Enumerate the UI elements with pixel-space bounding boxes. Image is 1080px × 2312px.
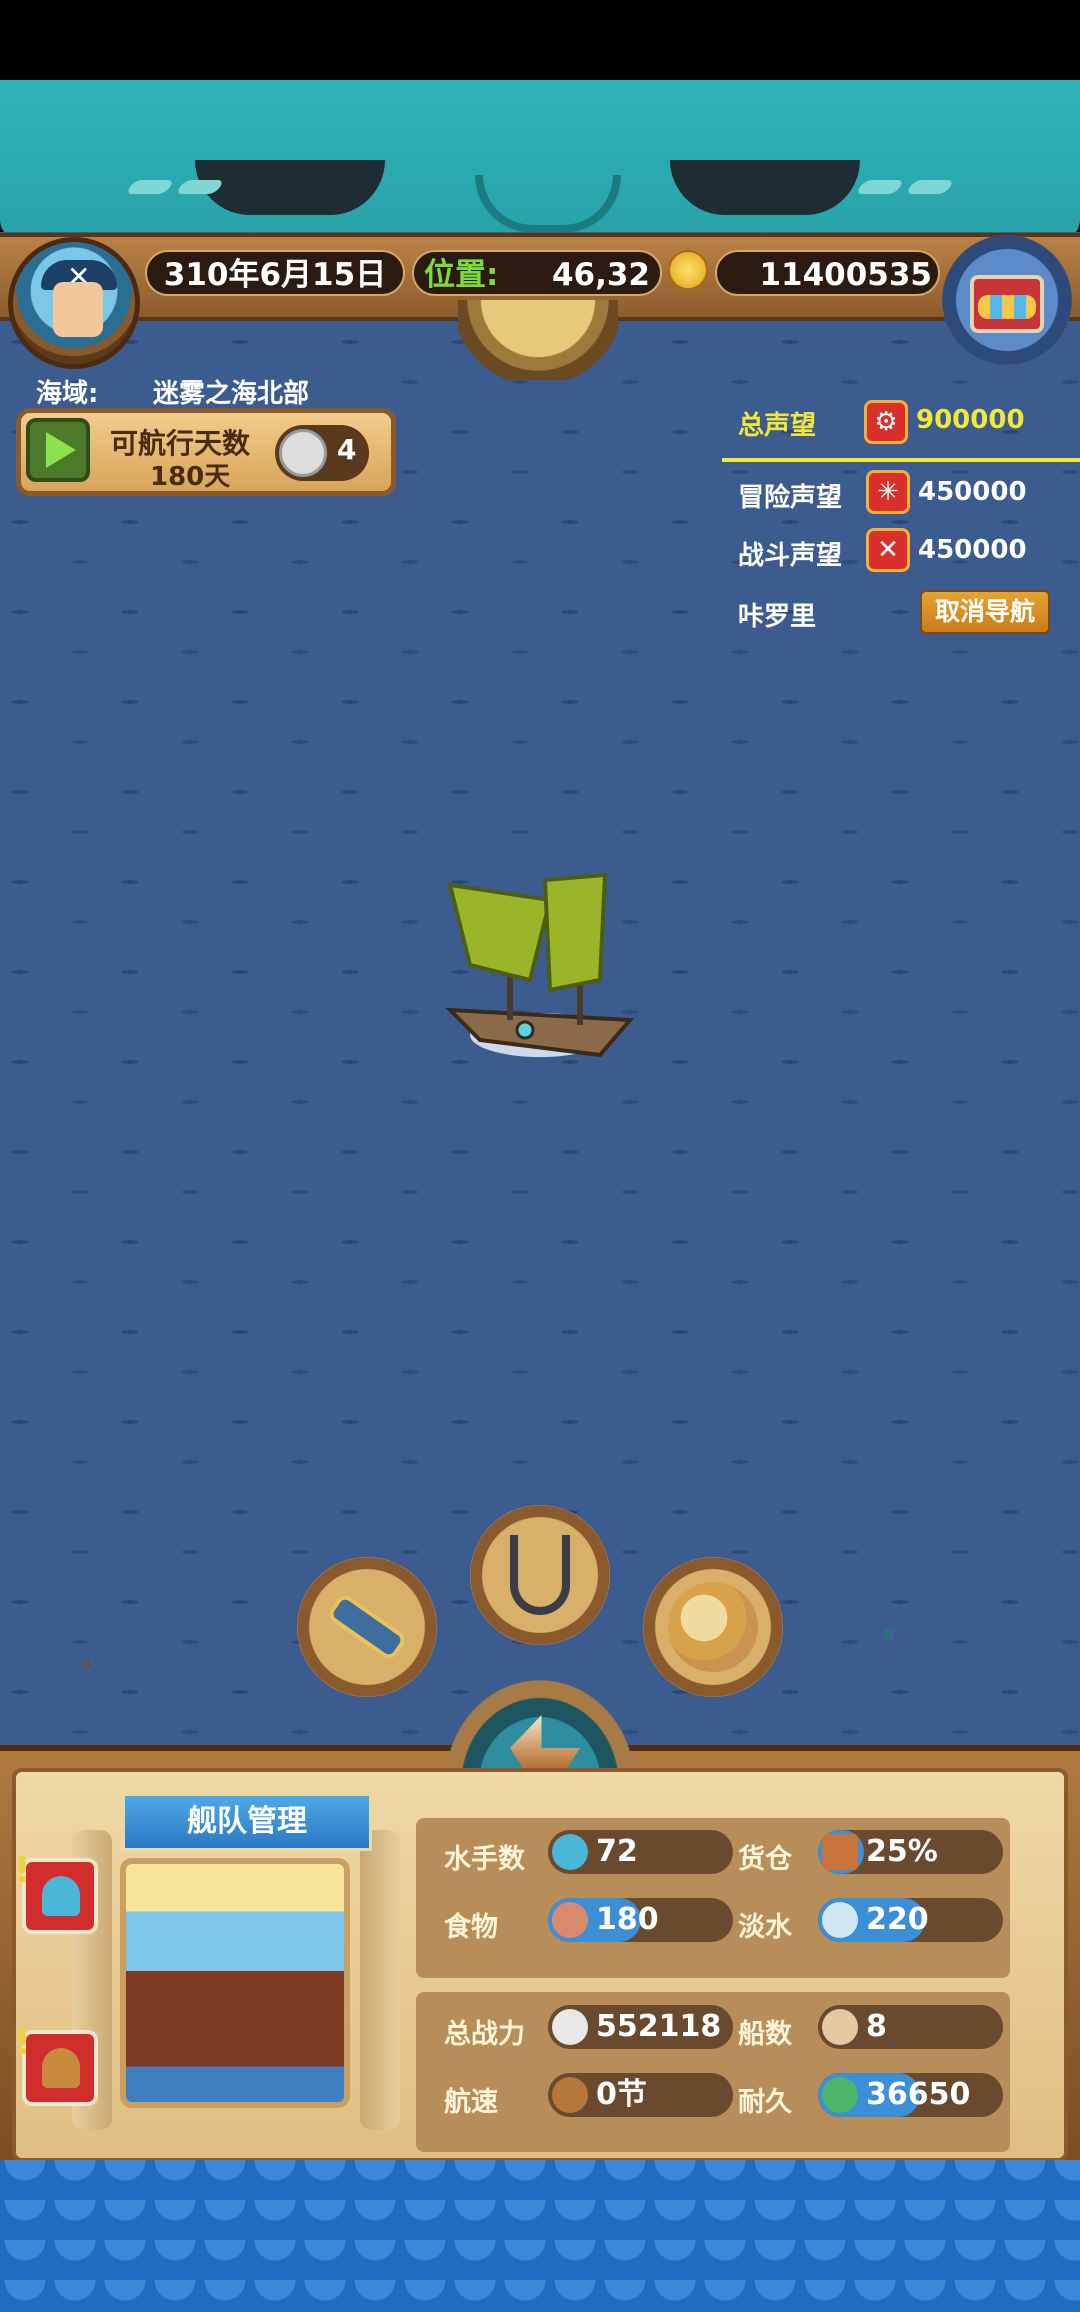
stat-label: 水手数 [444, 1844, 525, 1875]
ship-count-bar: 8 [818, 2005, 1003, 2049]
globe-map-icon [668, 1582, 758, 1672]
stat-value: 552118 [596, 2009, 722, 2044]
world-map-button[interactable] [643, 1557, 783, 1697]
stat-label: 耐久 [738, 2087, 792, 2118]
scroll-decoration-right [360, 1830, 400, 2130]
player-avatar[interactable]: ✕ [8, 237, 140, 369]
rear-sail [542, 872, 608, 993]
stat-value: 0节 [596, 2077, 647, 2112]
gold-pill: 11400535 [715, 250, 940, 296]
sea-area-name: 迷雾之海北部 [153, 379, 310, 409]
location-label: 位置: [424, 257, 499, 293]
reputation-divider [722, 458, 1080, 462]
front-sail [447, 882, 553, 983]
bottom-waves [0, 2160, 1080, 2312]
compass-value: 4 [337, 433, 357, 466]
total-reputation-label: 总声望 [738, 411, 817, 441]
stat-label: 食物 [444, 1912, 498, 1943]
crossed-swords-icon: ✕ [866, 528, 910, 572]
ship-icon [42, 2048, 80, 2088]
cat-stripe [905, 180, 955, 194]
speed-bar: 0节 [548, 2073, 733, 2117]
ship-hull [444, 1007, 635, 1058]
ship-button[interactable]: ! [14, 2022, 98, 2106]
location-pill: 位置: 46,32 [412, 250, 662, 296]
sea-area-label: 海域: [36, 379, 99, 409]
stat-label: 货仓 [738, 1844, 792, 1875]
destination-name: 咔罗里 [738, 602, 817, 632]
ship-wheel-icon: ✳ [866, 470, 910, 514]
stat-value: 8 [866, 2009, 887, 2044]
water-icon [822, 1902, 858, 1938]
compass-icon [279, 429, 327, 477]
battle-reputation-label: 战斗声望 [738, 541, 843, 571]
gold-value: 11400535 [759, 257, 932, 293]
cancel-navigation-button[interactable]: 取消导航 [920, 590, 1050, 634]
telescope-button[interactable] [297, 1557, 437, 1697]
anchor-button[interactable] [470, 1505, 610, 1645]
stat-value: 180 [596, 1902, 659, 1937]
total-reputation-value: 900000 [916, 405, 1025, 435]
durability-icon [822, 2077, 858, 2113]
location-value: 46,32 [551, 257, 650, 293]
cargo-icon [822, 1834, 858, 1870]
power-bar: 552118 [548, 2005, 733, 2049]
stat-label: 航速 [444, 2087, 498, 2118]
gems-icon [978, 295, 1036, 319]
cat-stripe [125, 180, 175, 194]
alert-icon: ! [14, 1850, 31, 1891]
fleet-ship-image[interactable] [120, 1858, 350, 2108]
alert-icon: ! [14, 2022, 31, 2063]
water-bar: 220 [818, 1898, 1003, 1942]
cat-stripe [855, 180, 905, 194]
stat-label: 船数 [738, 2019, 792, 2050]
sailor-icon [42, 1876, 80, 1916]
boat-icon [510, 1715, 580, 1770]
cargo-bar: 25% [818, 1830, 1003, 1874]
meat-icon [552, 1902, 588, 1938]
date-text: 310年6月15日 [163, 257, 387, 293]
anchor-icon [510, 1535, 570, 1615]
stat-label: 总战力 [444, 2019, 525, 2050]
sailor-icon [552, 1834, 588, 1870]
treasure-chest-button[interactable] [942, 235, 1072, 365]
gold-coin-icon [668, 250, 708, 290]
fleet-management-title[interactable]: 舰队管理 [122, 1793, 372, 1851]
world-globe-icon[interactable] [458, 300, 618, 380]
compass-badge: 4 [275, 425, 369, 481]
avatar-face [53, 282, 103, 337]
total-reputation-icon: ⚙ [864, 400, 908, 444]
date-pill: 310年6月15日 [145, 250, 405, 296]
crew-button[interactable]: ! [14, 1850, 98, 1934]
sailing-days-value: 180天 [150, 462, 231, 492]
ship-count-icon [822, 2009, 858, 2045]
white-cube-mascot [84, 1659, 94, 1669]
speed-icon [552, 2077, 588, 2113]
stat-value: 36650 [866, 2077, 971, 2112]
cat-right-eye [670, 160, 860, 215]
food-bar: 180 [548, 1898, 733, 1942]
player-ship[interactable] [430, 870, 660, 1090]
ship-porthole [515, 1020, 535, 1040]
adventure-reputation-value: 450000 [918, 477, 1027, 507]
telescope-icon [325, 1591, 409, 1663]
battle-reputation-value: 450000 [918, 535, 1027, 565]
play-button[interactable] [26, 418, 90, 482]
cyan-cat-mascot [884, 1629, 894, 1639]
durability-bar: 36650 [818, 2073, 1003, 2117]
stat-value: 25% [866, 1834, 938, 1869]
stat-label: 淡水 [738, 1912, 792, 1943]
play-icon [46, 432, 76, 468]
top-black-bar [0, 0, 1080, 80]
skull-icon [552, 2009, 588, 2045]
stat-value: 220 [866, 1902, 929, 1937]
adventure-reputation-label: 冒险声望 [738, 483, 843, 513]
stat-value: 72 [596, 1834, 638, 1869]
sailors-bar: 72 [548, 1830, 733, 1874]
cat-left-eye [195, 160, 385, 215]
